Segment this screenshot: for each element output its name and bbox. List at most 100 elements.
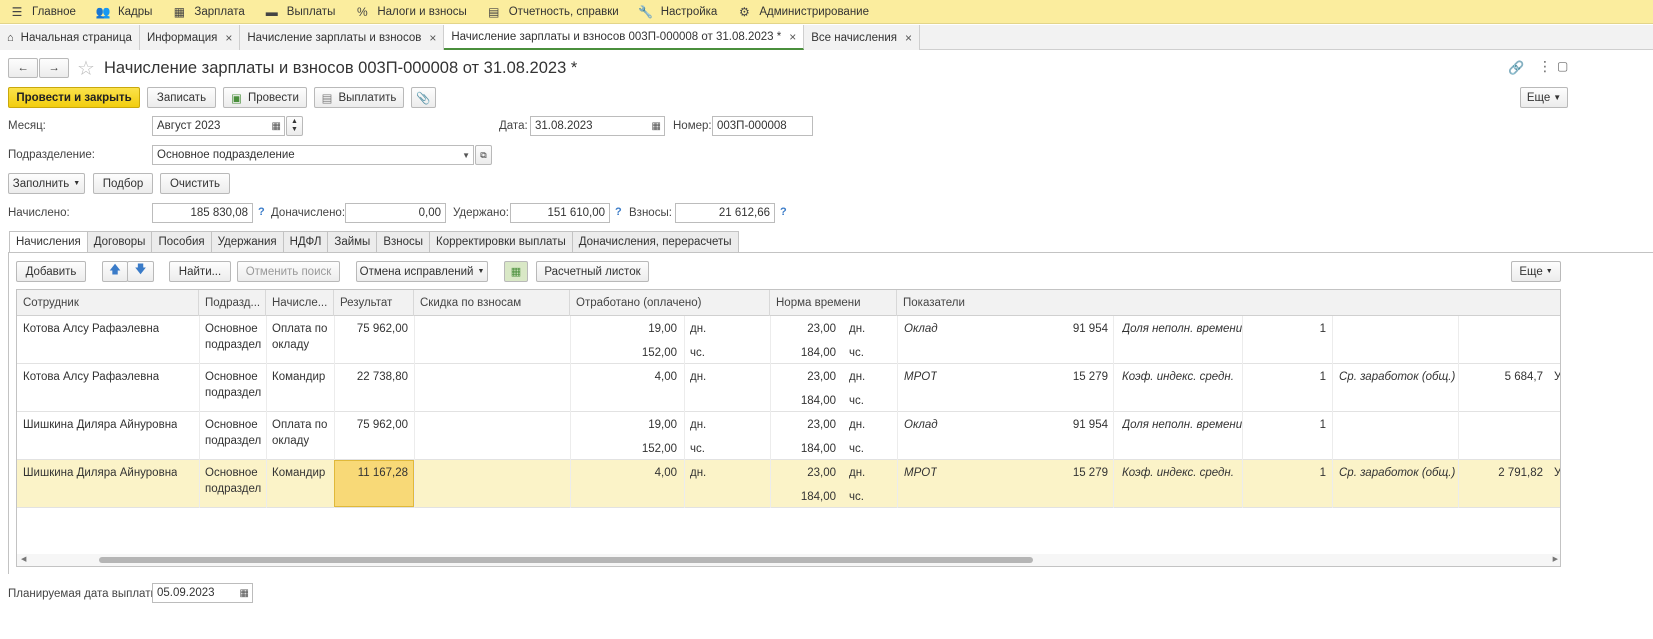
column-header[interactable]: Результат [334, 290, 414, 316]
indicator-name-cell[interactable]: Коэф. индекс. средн. [1122, 466, 1234, 480]
table-row[interactable]: Шишкина Диляра Айнуровна Основное подразде… [17, 412, 1560, 460]
norm-days-cell[interactable]: 23,00 [777, 370, 836, 384]
post-button[interactable]: ▣ Провести [223, 87, 307, 108]
result-cell[interactable]: 22 738,80 [334, 370, 408, 384]
norm-hours-cell[interactable]: 184,00 [777, 394, 836, 408]
indicator-name-cell[interactable]: Оклад [904, 418, 938, 432]
indicator-value-cell[interactable]: 1 [1247, 370, 1326, 384]
form-tab-4[interactable]: НДФЛ [283, 231, 329, 253]
worked-days-cell[interactable]: 4,00 [577, 370, 677, 384]
form-tab-8[interactable]: Доначисления, перерасчеты [572, 231, 739, 253]
calendar-icon[interactable]: ▦ [652, 121, 661, 132]
accrual-cell[interactable]: Оплата по [272, 322, 327, 336]
stepper-down-icon[interactable]: ▼ [291, 126, 298, 134]
indicator-value-cell[interactable]: 2 791,82 [1463, 466, 1543, 480]
result-cell[interactable]: 75 962,00 [334, 322, 408, 336]
employee-cell[interactable]: Шишкина Диляра Айнуровна [23, 418, 177, 432]
table-row[interactable]: Котова Алсу Рафаэлевна Основное подраздел О… [17, 316, 1560, 364]
scrollbar-thumb[interactable] [99, 557, 1033, 563]
worked-hours-cell[interactable]: 152,00 [577, 442, 677, 456]
menu-item-7[interactable]: ⚙ Администрирование [727, 0, 879, 24]
division-cell[interactable]: подраздел [205, 434, 261, 448]
month-field[interactable]: Август 2023 ▦ [152, 116, 285, 136]
column-header[interactable]: Подразд... [199, 290, 266, 316]
employee-cell[interactable]: Котова Алсу Рафаэлевна [23, 370, 159, 384]
employee-cell[interactable]: Шишкина Диляра Айнуровна [23, 466, 177, 480]
indicator-name-cell[interactable]: МРОТ [904, 466, 937, 480]
menu-item-4[interactable]: % Налоги и взносы [345, 0, 476, 24]
calendar-icon[interactable]: ▦ [272, 121, 281, 132]
close-tab-icon[interactable]: × [789, 30, 796, 44]
stepper-up-icon[interactable]: ▲ [291, 118, 298, 126]
column-header[interactable]: Начисле... [266, 290, 334, 316]
division-cell[interactable]: Основное [205, 370, 258, 384]
menu-item-2[interactable]: ▦ Зарплата [162, 0, 254, 24]
form-tab-2[interactable]: Пособия [152, 231, 212, 253]
accrual-cell[interactable]: окладу [272, 434, 309, 448]
form-tab-7[interactable]: Корректировки выплаты [430, 231, 573, 253]
indicator-name-cell[interactable]: Доля неполн. времени [1122, 322, 1242, 336]
favorite-star-icon[interactable]: ☆ [77, 56, 95, 81]
window-tab-3[interactable]: Начисление зарплаты и взносов 003П-00000… [444, 25, 805, 50]
column-header[interactable]: Норма времени [770, 290, 897, 316]
back-button[interactable]: ← [8, 58, 38, 78]
cancel-fix-button[interactable]: Отмена исправлений ▼ [356, 261, 488, 282]
division-cell[interactable]: Основное [205, 466, 258, 480]
select-button[interactable]: Подбор [93, 173, 153, 194]
close-tab-icon[interactable]: × [225, 31, 232, 45]
close-tab-icon[interactable]: × [905, 31, 912, 45]
norm-hours-cell[interactable]: 184,00 [777, 490, 836, 504]
accrual-cell[interactable]: Командир [272, 466, 325, 480]
division-field[interactable]: Основное подразделение ▼ [152, 145, 474, 165]
indicator-value-cell[interactable]: 1 [1247, 466, 1326, 480]
close-tab-icon[interactable]: × [429, 31, 436, 45]
restore-icon[interactable]: ▢ [1557, 59, 1568, 73]
withheld-help-icon[interactable]: ? [615, 206, 622, 218]
division-cell[interactable]: подраздел [205, 482, 261, 496]
menu-item-1[interactable]: 👥 Кадры [86, 0, 162, 24]
form-tab-3[interactable]: Удержания [211, 231, 284, 253]
form-tab-0[interactable]: Начисления [9, 231, 88, 253]
indicator-name-cell[interactable]: Коэф. индекс. средн. [1122, 370, 1234, 384]
find-button[interactable]: Найти... [169, 261, 231, 282]
indicator-value-cell[interactable]: 5 684,7 [1463, 370, 1543, 384]
table-row[interactable]: Котова Алсу Рафаэлевна Основное подраздел К… [17, 364, 1560, 412]
norm-days-cell[interactable]: 23,00 [777, 466, 836, 480]
menu-item-3[interactable]: ▬ Выплаты [255, 0, 346, 24]
indicator-value-cell[interactable]: 15 279 [1017, 466, 1108, 480]
indicator-value-cell[interactable]: 15 279 [1017, 370, 1108, 384]
form-tab-1[interactable]: Договоры [87, 231, 153, 253]
fill-button[interactable]: Заполнить ▼ [8, 173, 85, 194]
indicator-name-cell[interactable]: Доля неполн. времени [1122, 418, 1242, 432]
result-cell[interactable]: 11 167,28 [334, 466, 408, 480]
menu-item-6[interactable]: 🔧 Настройка [629, 0, 728, 24]
move-down-button[interactable]: 🡇 [127, 261, 154, 282]
norm-hours-cell[interactable]: 184,00 [777, 346, 836, 360]
accrual-cell[interactable]: Оплата по [272, 418, 327, 432]
indicator-value-cell[interactable]: 91 954 [1017, 322, 1108, 336]
payslip-button[interactable]: Расчетный листок [536, 261, 649, 282]
indicator-value-cell[interactable]: 91 954 [1017, 418, 1108, 432]
column-header[interactable]: Показатели [897, 290, 1560, 316]
contrib-help-icon[interactable]: ? [780, 206, 787, 218]
indicator-name-cell[interactable]: МРОТ [904, 370, 937, 384]
indicator-name-cell[interactable]: Оклад [904, 322, 938, 336]
indicator-value-cell[interactable]: 1 [1247, 322, 1326, 336]
accrual-cell[interactable]: окладу [272, 338, 309, 352]
save-button[interactable]: Записать [147, 87, 216, 108]
indicator-name-cell[interactable]: Ср. заработок (общ.) [1339, 466, 1455, 480]
open-division-button[interactable]: ⧉ [475, 145, 492, 165]
worked-days-cell[interactable]: 19,00 [577, 322, 677, 336]
move-up-button[interactable]: 🡅 [102, 261, 128, 282]
dropdown-icon[interactable]: ▼ [462, 151, 470, 160]
form-tab-6[interactable]: Взносы [377, 231, 431, 253]
date-field[interactable]: 31.08.2023 ▦ [530, 116, 665, 136]
indicator-tail-cell[interactable]: У [1554, 466, 1560, 480]
worked-days-cell[interactable]: 4,00 [577, 466, 677, 480]
table-edit-button[interactable]: ▦ [504, 261, 528, 282]
add-button[interactable]: Добавить [16, 261, 86, 282]
form-tab-5[interactable]: Займы [328, 231, 378, 253]
column-header[interactable]: Скидка по взносам [414, 290, 570, 316]
window-tab-1[interactable]: Информация × [139, 25, 241, 50]
column-header[interactable]: Сотрудник [17, 290, 199, 316]
